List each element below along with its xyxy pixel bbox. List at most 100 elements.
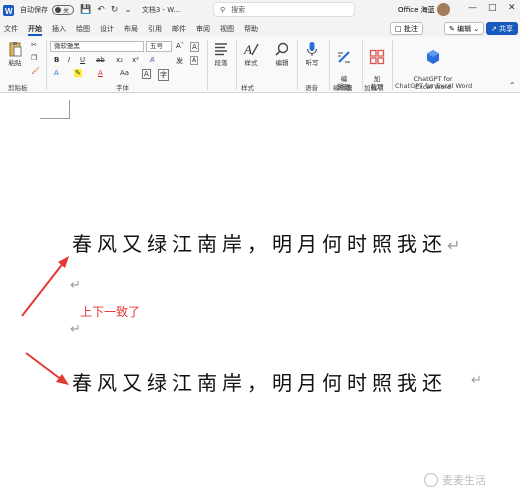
paste-button[interactable]: 粘贴: [2, 41, 28, 67]
watermark: 麦麦生活: [424, 472, 486, 488]
char-shading-icon[interactable]: A: [190, 56, 199, 65]
maximize-icon[interactable]: □: [488, 3, 497, 13]
divider: [46, 40, 47, 90]
text-line-2[interactable]: 春风又绿江南岸，明月何时照我还: [72, 367, 447, 396]
text-line-1[interactable]: 春风又绿江南岸，明月何时照我还↵: [72, 228, 465, 257]
highlight-icon[interactable]: ✎: [74, 69, 82, 77]
superscript-icon[interactable]: x²: [132, 56, 139, 64]
format-painter-icon[interactable]: 🖌: [31, 67, 40, 75]
clipboard-icon: [9, 42, 22, 57]
underline-icon[interactable]: U: [80, 56, 85, 64]
close-icon[interactable]: ✕: [508, 3, 516, 13]
ribbon-tabs: 文件 开始 插入 绘图 设计 布局 引用 邮件 审阅 视图 帮助: [0, 20, 520, 37]
microphone-icon: [307, 42, 317, 56]
tab-layout[interactable]: 布局: [124, 20, 138, 37]
dictate-button[interactable]: 听写: [299, 41, 325, 67]
share-label: 共享: [499, 24, 514, 33]
paragraph-icon: [215, 43, 227, 56]
page-margin-corner: [40, 100, 70, 119]
char-border-icon[interactable]: A: [142, 69, 151, 79]
bold-icon[interactable]: B: [54, 56, 59, 64]
avatar[interactable]: [437, 3, 450, 16]
editing-button[interactable]: 编辑: [269, 41, 295, 67]
comment-button[interactable]: □ 批注: [390, 22, 423, 35]
editor-pen-icon: [338, 51, 350, 63]
clear-formatting-icon[interactable]: A̸: [150, 56, 155, 64]
share-icon: ↗: [490, 24, 497, 33]
paragraph-button[interactable]: 段落: [208, 41, 234, 67]
word-app-icon: W: [3, 4, 14, 16]
addins-icon: [369, 49, 385, 65]
editor-group-label: 编辑器: [333, 84, 353, 92]
subscript-icon[interactable]: x₂: [116, 56, 123, 64]
comment-label: 批注: [403, 24, 418, 33]
tab-draw[interactable]: 绘图: [76, 20, 90, 37]
tab-file[interactable]: 文件: [4, 20, 18, 37]
annotation-note: 上下一致了: [80, 305, 141, 319]
watermark-text: 麦麦生活: [442, 474, 486, 487]
copy-icon[interactable]: ❐: [31, 54, 37, 62]
search-placeholder: 搜索: [231, 5, 246, 14]
tab-home[interactable]: 开始: [28, 20, 42, 37]
styles-group-label: 样式: [241, 84, 254, 92]
styles-label: 样式: [244, 59, 258, 67]
document-canvas[interactable]: [0, 94, 520, 500]
tab-view[interactable]: 视图: [220, 20, 234, 37]
tab-help[interactable]: 帮助: [244, 20, 258, 37]
editing-mode-button[interactable]: ✎ 编辑 ⌄: [444, 22, 485, 35]
search-icon: ⚲: [220, 5, 226, 14]
strikethrough-icon[interactable]: ab: [96, 56, 105, 64]
search-input[interactable]: ⚲ 搜索: [213, 2, 355, 17]
pen-icon: ✎: [449, 24, 458, 33]
share-button[interactable]: ↗ 共享: [486, 22, 518, 35]
tab-mailings[interactable]: 邮件: [172, 20, 186, 37]
autosave-toggle[interactable]: 关: [52, 5, 74, 15]
collapse-ribbon-icon[interactable]: ⌃: [509, 81, 516, 90]
svg-text:W: W: [5, 7, 13, 16]
autosave-state: 关: [63, 7, 70, 15]
paste-label: 粘贴: [8, 59, 22, 67]
tab-insert[interactable]: 插入: [52, 20, 66, 37]
font-color-icon[interactable]: A: [98, 69, 103, 77]
word-window: { "titlebar": { "autosave_label": "自动保存"…: [0, 0, 520, 500]
dictate-label: 听写: [305, 59, 319, 67]
account-name[interactable]: Office 海蓝: [398, 5, 435, 15]
tab-design[interactable]: 设计: [100, 20, 114, 37]
italic-icon[interactable]: I: [68, 56, 70, 64]
phonetic-guide-icon[interactable]: 发: [176, 56, 183, 66]
divider: [362, 40, 363, 90]
undo-icon[interactable]: ↶: [97, 5, 105, 15]
line-2-text: 春风又绿江南岸，明月何时照我还: [72, 371, 447, 395]
tab-review[interactable]: 审阅: [196, 20, 210, 37]
font-size-select[interactable]: 五号: [146, 41, 172, 52]
font-name-select[interactable]: 微软雅黑: [50, 41, 144, 52]
text-effects-icon[interactable]: A: [54, 69, 59, 77]
enclose-char-icon[interactable]: 字: [158, 69, 169, 81]
line-1-text: 春风又绿江南岸，明月何时照我还: [72, 232, 447, 256]
paragraph-mark: ↵: [70, 322, 81, 337]
paragraph-mark: ↵: [471, 373, 482, 388]
divider: [297, 40, 298, 90]
paragraph-mark: ↵: [447, 236, 466, 255]
chatgpt-group-label: ChatGPT for Excel Word: [395, 82, 473, 90]
minimize-icon[interactable]: —: [468, 3, 477, 13]
redo-icon[interactable]: ↻: [111, 5, 119, 15]
qat-more-icon[interactable]: ⌄: [124, 5, 132, 15]
tab-references[interactable]: 引用: [148, 20, 162, 37]
font-size-toggle-icon[interactable]: Aa: [120, 69, 129, 77]
grow-font-icon[interactable]: Aˆ: [176, 42, 184, 50]
watermark-logo-icon: [424, 473, 438, 487]
voice-group-label: 语音: [305, 84, 318, 92]
chatgpt-cube-icon: [427, 50, 439, 64]
styles-icon: A: [243, 42, 259, 57]
search-icon: [275, 42, 289, 56]
styles-button[interactable]: A 样式: [238, 41, 264, 67]
save-icon[interactable]: 💾: [80, 5, 91, 15]
change-case-icon[interactable]: A: [190, 42, 199, 52]
cut-icon[interactable]: ✂: [31, 41, 37, 49]
addins-group-label: 加载项: [364, 84, 384, 92]
divider: [329, 40, 330, 90]
divider: [392, 40, 393, 90]
font-group-label: 字体: [116, 84, 129, 92]
editing-label: 编辑: [275, 59, 289, 67]
